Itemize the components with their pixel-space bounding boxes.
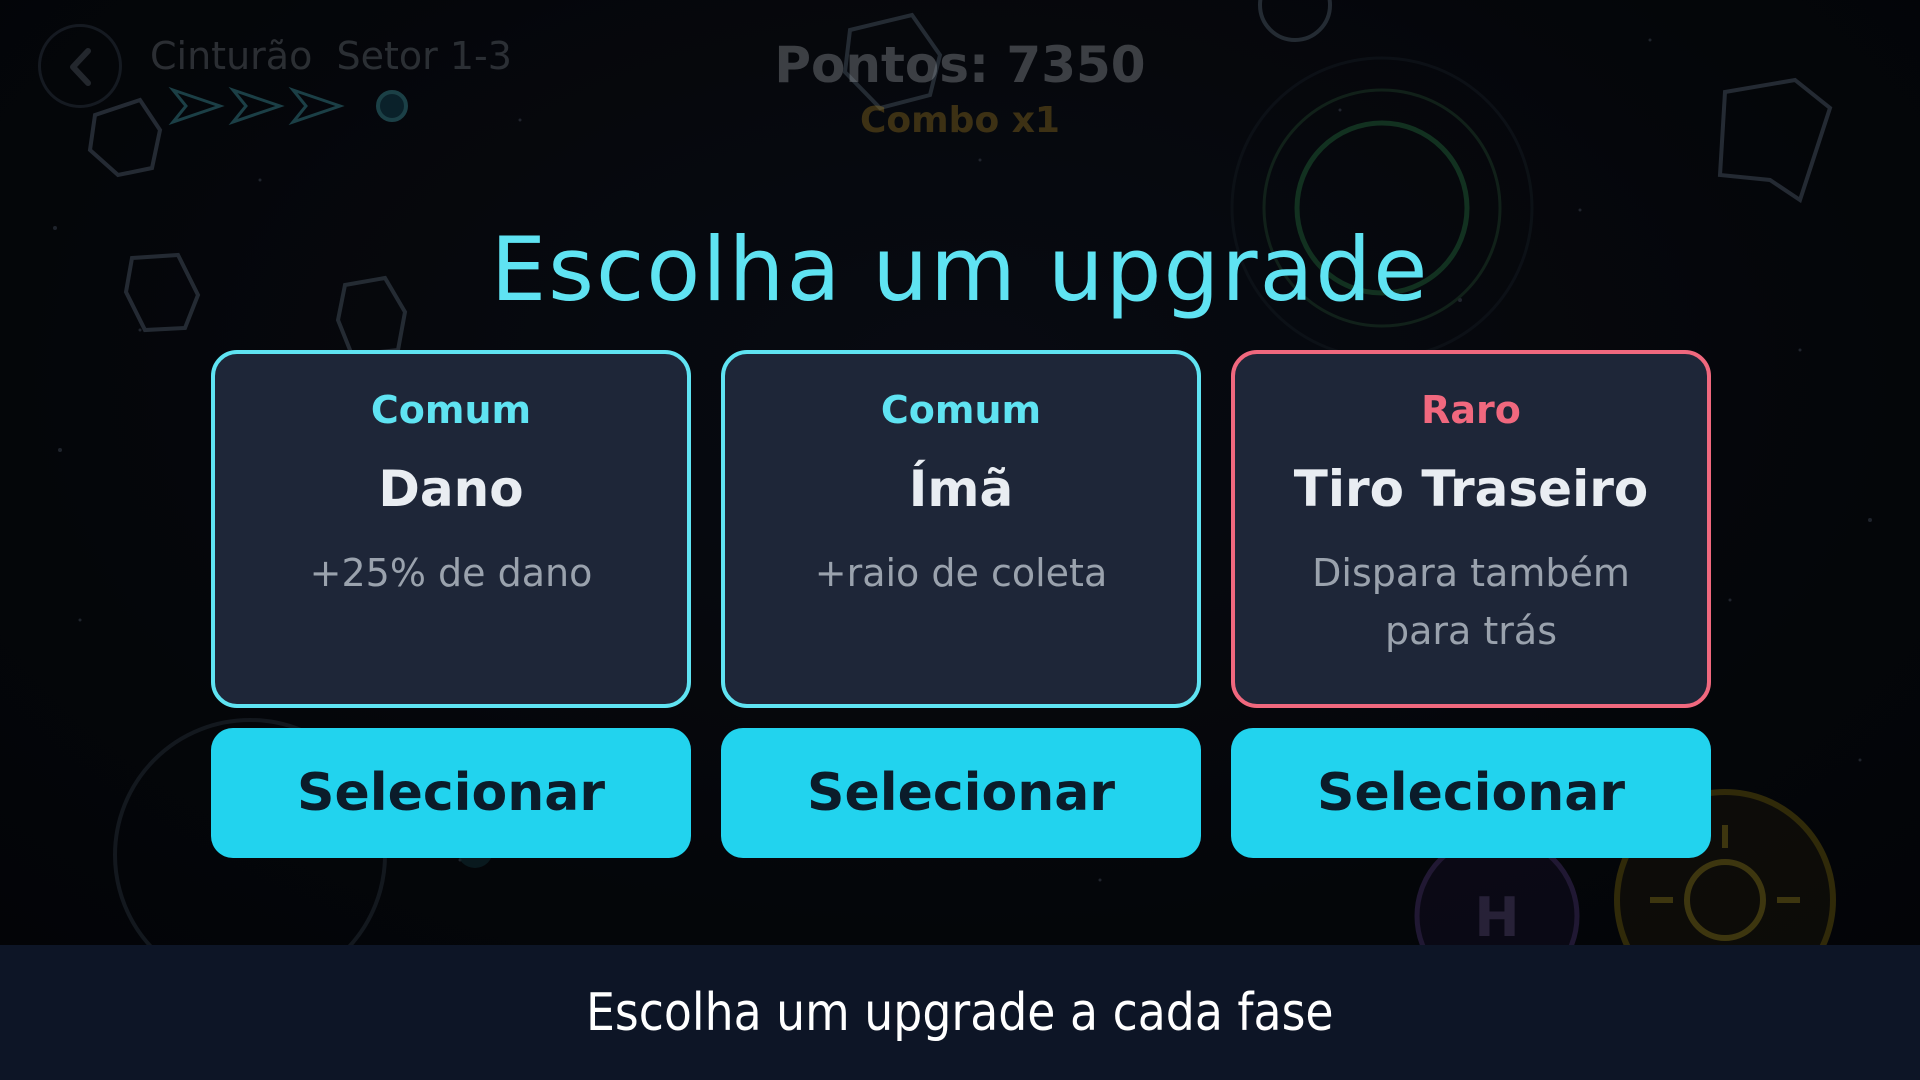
card-rarity: Comum (880, 388, 1042, 432)
select-button-magnet[interactable]: Selecionar (721, 728, 1201, 858)
upgrade-card-magnet[interactable]: Comum Ímã +raio de coleta (721, 350, 1201, 708)
card-name: Ímã (908, 460, 1014, 518)
card-rarity: Comum (370, 388, 532, 432)
game-canvas: Cinturão Setor 1-3 Pontos: 7350 Combo x1… (0, 0, 1920, 945)
upgrade-card-rear-shot[interactable]: Raro Tiro Traseiro Dispara também para t… (1231, 350, 1711, 708)
upgrade-card-damage[interactable]: Comum Dano +25% de dano (211, 350, 691, 708)
caption-text: Escolha um upgrade a cada fase (586, 982, 1334, 1043)
upgrade-title: Escolha um upgrade (490, 218, 1430, 321)
select-button-rear-shot[interactable]: Selecionar (1231, 728, 1711, 858)
card-description: +25% de dano (309, 551, 593, 595)
card-rarity: Raro (1421, 388, 1521, 432)
card-name: Tiro Traseiro (1293, 460, 1649, 518)
card-name: Dano (378, 460, 524, 518)
select-button-damage[interactable]: Selecionar (211, 728, 691, 858)
card-description: Dispara também para trás (1312, 551, 1630, 653)
card-description: +raio de coleta (814, 551, 1108, 595)
caption-bar: Escolha um upgrade a cada fase (0, 945, 1920, 1080)
